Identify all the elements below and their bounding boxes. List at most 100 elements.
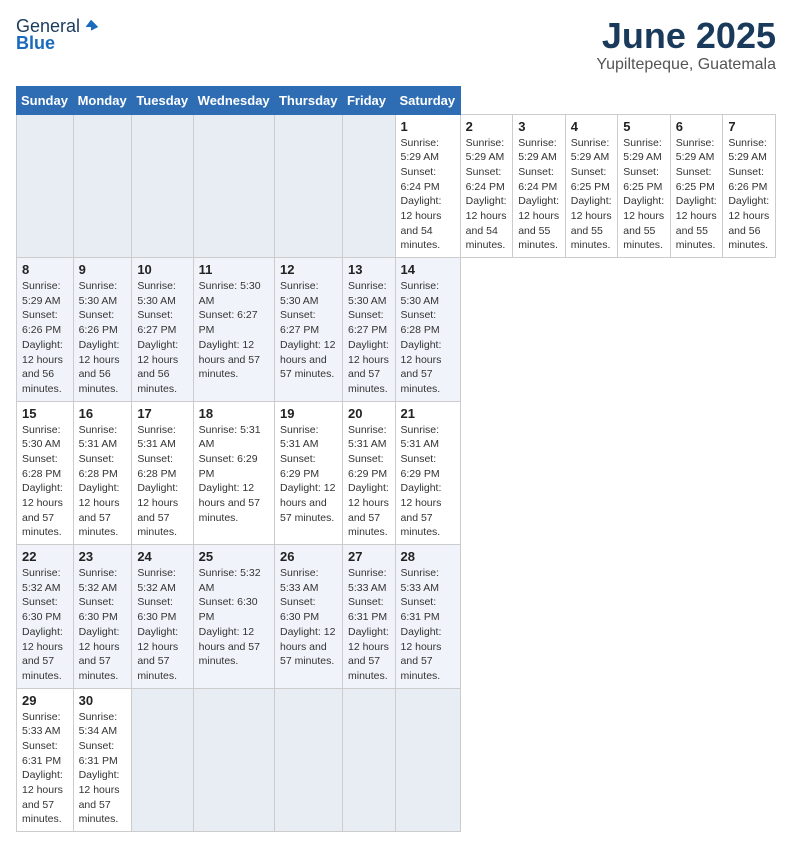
calendar-cell: 20Sunrise: 5:31 AMSunset: 6:29 PMDayligh… [342, 401, 395, 545]
calendar-cell: 1 Sunrise: 5:29 AMSunset: 6:24 PMDaylight… [395, 114, 460, 258]
calendar-cell: 30Sunrise: 5:34 AMSunset: 6:31 PMDayligh… [73, 688, 132, 832]
day-number: 14 [401, 262, 455, 277]
day-number: 5 [623, 119, 665, 134]
calendar-cell: 25Sunrise: 5:32 AMSunset: 6:30 PMDayligh… [193, 545, 274, 689]
calendar-header-sunday: Sunday [17, 86, 74, 114]
logo: General Blue [16, 16, 102, 54]
calendar-cell [132, 688, 193, 832]
day-info: Sunrise: 5:31 AMSunset: 6:29 PMDaylight:… [280, 423, 337, 526]
calendar-week-row: 22Sunrise: 5:32 AMSunset: 6:30 PMDayligh… [17, 545, 776, 689]
calendar-week-row: 29Sunrise: 5:33 AMSunset: 6:31 PMDayligh… [17, 688, 776, 832]
calendar-cell: 17 Sunrise: 5:31 AMSunset: 6:28 PMDayligh… [132, 401, 193, 545]
day-info: Sunrise: 5:29 AMSunset: 6:24 PMDaylight:… [401, 136, 455, 254]
calendar-cell [274, 688, 342, 832]
day-info: Sunrise: 5:30 AMSunset: 6:28 PMDaylight:… [401, 279, 455, 397]
calendar-header-friday: Friday [342, 86, 395, 114]
day-number: 4 [571, 119, 613, 134]
day-info: Sunrise: 5:29 AMSunset: 6:26 PMDaylight:… [728, 136, 770, 254]
calendar-cell: 2Sunrise: 5:29 AMSunset: 6:24 PMDaylight… [460, 114, 513, 258]
calendar-cell: 18Sunrise: 5:31 AMSunset: 6:29 PMDayligh… [193, 401, 274, 545]
calendar-cell: 9Sunrise: 5:30 AMSunset: 6:26 PMDaylight… [73, 258, 132, 402]
calendar-cell: 11 Sunrise: 5:30 AMSunset: 6:27 PMDayligh… [193, 258, 274, 402]
day-number: 12 [280, 262, 337, 277]
day-number: 26 [280, 549, 337, 564]
day-number: 25 [199, 549, 269, 564]
day-info: Sunrise: 5:33 AMSunset: 6:31 PMDaylight:… [348, 566, 390, 684]
logo-icon [82, 18, 100, 36]
day-number: 3 [518, 119, 560, 134]
day-number: 28 [401, 549, 455, 564]
day-number: 24 [137, 549, 187, 564]
calendar-cell: 13 Sunrise: 5:30 AMSunset: 6:27 PMDayligh… [342, 258, 395, 402]
day-info: Sunrise: 5:33 AMSunset: 6:31 PMDaylight:… [401, 566, 455, 684]
calendar-cell [342, 114, 395, 258]
calendar-header-tuesday: Tuesday [132, 86, 193, 114]
day-number: 18 [199, 406, 269, 421]
day-info: Sunrise: 5:31 AMSunset: 6:28 PMDaylight:… [79, 423, 127, 541]
page-header: General Blue June 2025 Yupiltepeque, Gua… [16, 16, 776, 74]
day-info: Sunrise: 5:31 AMSunset: 6:28 PMDaylight:… [137, 423, 187, 541]
day-info: Sunrise: 5:33 AMSunset: 6:30 PMDaylight:… [280, 566, 337, 669]
calendar-cell: 21 Sunrise: 5:31 AMSunset: 6:29 PMDayligh… [395, 401, 460, 545]
calendar-week-row: 15 Sunrise: 5:30 AMSunset: 6:28 PMDayligh… [17, 401, 776, 545]
title-block: June 2025 Yupiltepeque, Guatemala [596, 16, 776, 74]
day-info: Sunrise: 5:32 AMSunset: 6:30 PMDaylight:… [79, 566, 127, 684]
calendar-cell [73, 114, 132, 258]
day-info: Sunrise: 5:30 AMSunset: 6:27 PMDaylight:… [280, 279, 337, 382]
day-number: 1 [401, 119, 455, 134]
calendar-week-row: 8Sunrise: 5:29 AMSunset: 6:26 PMDaylight… [17, 258, 776, 402]
day-number: 2 [466, 119, 508, 134]
day-number: 17 [137, 406, 187, 421]
calendar-cell: 14 Sunrise: 5:30 AMSunset: 6:28 PMDayligh… [395, 258, 460, 402]
calendar-cell [395, 688, 460, 832]
calendar-cell: 5 Sunrise: 5:29 AMSunset: 6:25 PMDaylight… [618, 114, 671, 258]
calendar-cell: 4Sunrise: 5:29 AMSunset: 6:25 PMDaylight… [565, 114, 618, 258]
calendar-cell: 15 Sunrise: 5:30 AMSunset: 6:28 PMDayligh… [17, 401, 74, 545]
calendar-cell [274, 114, 342, 258]
calendar-week-row: 1 Sunrise: 5:29 AMSunset: 6:24 PMDaylight… [17, 114, 776, 258]
day-number: 8 [22, 262, 68, 277]
day-info: Sunrise: 5:29 AMSunset: 6:25 PMDaylight:… [623, 136, 665, 254]
day-info: Sunrise: 5:30 AMSunset: 6:27 PMDaylight:… [348, 279, 390, 397]
calendar-cell: 19Sunrise: 5:31 AMSunset: 6:29 PMDayligh… [274, 401, 342, 545]
location: Yupiltepeque, Guatemala [596, 56, 776, 74]
day-info: Sunrise: 5:33 AMSunset: 6:31 PMDaylight:… [22, 710, 68, 828]
day-number: 15 [22, 406, 68, 421]
calendar-header-wednesday: Wednesday [193, 86, 274, 114]
calendar-cell [342, 688, 395, 832]
calendar-cell: 16 Sunrise: 5:31 AMSunset: 6:28 PMDayligh… [73, 401, 132, 545]
calendar-cell: 27Sunrise: 5:33 AMSunset: 6:31 PMDayligh… [342, 545, 395, 689]
calendar-cell [193, 688, 274, 832]
calendar-cell: 24 Sunrise: 5:32 AMSunset: 6:30 PMDayligh… [132, 545, 193, 689]
calendar-header-saturday: Saturday [395, 86, 460, 114]
calendar-table: SundayMondayTuesdayWednesdayThursdayFrid… [16, 86, 776, 833]
calendar-cell: 28 Sunrise: 5:33 AMSunset: 6:31 PMDayligh… [395, 545, 460, 689]
day-number: 30 [79, 693, 127, 708]
day-number: 13 [348, 262, 390, 277]
day-info: Sunrise: 5:31 AMSunset: 6:29 PMDaylight:… [401, 423, 455, 541]
month-title: June 2025 [596, 16, 776, 56]
day-number: 16 [79, 406, 127, 421]
day-info: Sunrise: 5:30 AMSunset: 6:27 PMDaylight:… [199, 279, 269, 382]
day-info: Sunrise: 5:30 AMSunset: 6:26 PMDaylight:… [79, 279, 127, 397]
day-info: Sunrise: 5:32 AMSunset: 6:30 PMDaylight:… [137, 566, 187, 684]
day-info: Sunrise: 5:30 AMSunset: 6:27 PMDaylight:… [137, 279, 187, 397]
logo-blue: Blue [16, 33, 55, 54]
day-info: Sunrise: 5:30 AMSunset: 6:28 PMDaylight:… [22, 423, 68, 541]
day-number: 20 [348, 406, 390, 421]
calendar-cell: 26 Sunrise: 5:33 AMSunset: 6:30 PMDayligh… [274, 545, 342, 689]
calendar-cell: 6 Sunrise: 5:29 AMSunset: 6:25 PMDaylight… [670, 114, 723, 258]
day-number: 6 [676, 119, 718, 134]
calendar-cell [132, 114, 193, 258]
day-number: 11 [199, 262, 269, 277]
calendar-cell: 8Sunrise: 5:29 AMSunset: 6:26 PMDaylight… [17, 258, 74, 402]
calendar-cell: 29Sunrise: 5:33 AMSunset: 6:31 PMDayligh… [17, 688, 74, 832]
day-number: 10 [137, 262, 187, 277]
day-number: 7 [728, 119, 770, 134]
calendar-cell: 23 Sunrise: 5:32 AMSunset: 6:30 PMDayligh… [73, 545, 132, 689]
calendar-header-row: SundayMondayTuesdayWednesdayThursdayFrid… [17, 86, 776, 114]
day-number: 21 [401, 406, 455, 421]
calendar-header-thursday: Thursday [274, 86, 342, 114]
day-info: Sunrise: 5:29 AMSunset: 6:25 PMDaylight:… [676, 136, 718, 254]
day-number: 23 [79, 549, 127, 564]
